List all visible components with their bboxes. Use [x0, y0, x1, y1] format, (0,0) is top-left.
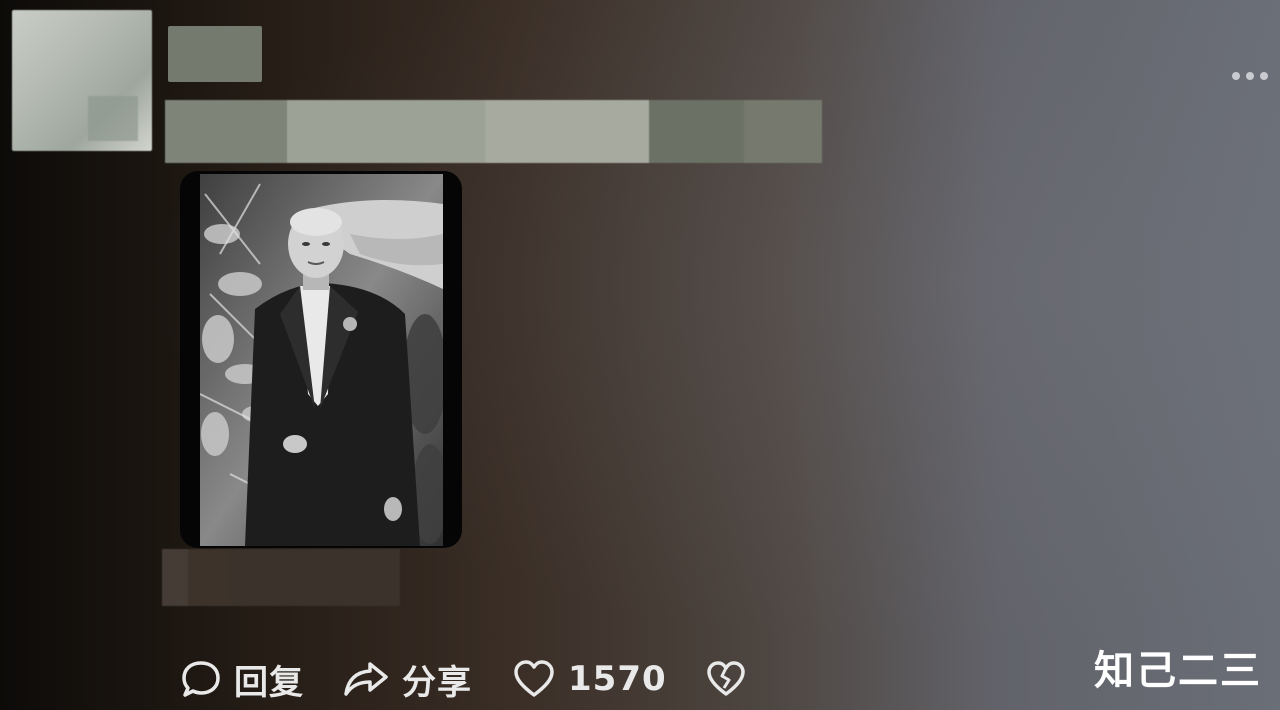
heart-icon [512, 659, 556, 699]
like-count: 1570 [568, 659, 667, 699]
broken-heart-icon [705, 660, 747, 698]
dislike-button[interactable] [705, 660, 747, 698]
share-arrow-icon [342, 660, 390, 698]
reply-button[interactable]: 回复 [180, 655, 304, 704]
more-dot-icon [1232, 72, 1240, 80]
comment-icon [180, 659, 222, 699]
portrait-image [200, 174, 443, 546]
more-dot-icon [1260, 72, 1268, 80]
action-bar: 回复 分享 1570 [180, 655, 747, 704]
share-label: 分享 [402, 662, 472, 703]
caption-redacted [162, 549, 400, 606]
more-options-button[interactable] [1232, 70, 1276, 82]
avatar[interactable] [12, 10, 152, 151]
username-redacted[interactable] [168, 26, 262, 82]
reply-label: 回复 [234, 662, 304, 703]
like-button[interactable]: 1570 [512, 659, 667, 699]
watermark: 知己二三 [1094, 648, 1262, 694]
post-text-redacted [165, 100, 822, 163]
post-photo[interactable] [180, 171, 462, 548]
more-dot-icon [1246, 72, 1254, 80]
share-button[interactable]: 分享 [342, 655, 472, 704]
